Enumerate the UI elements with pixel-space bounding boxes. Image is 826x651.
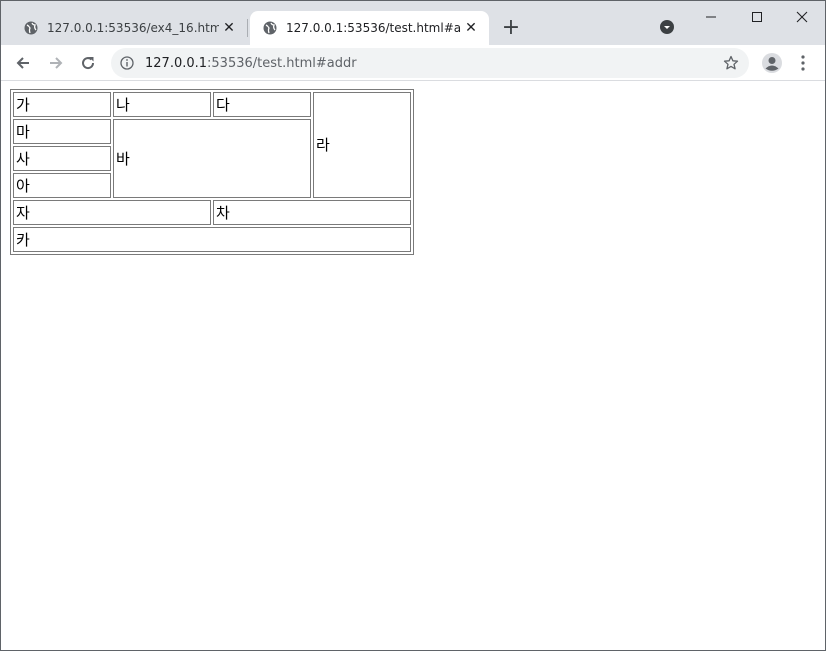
tab-strip: 127.0.0.1:53536/ex4_16.html ✕ 127.0.0.1:…: [1, 1, 825, 45]
tab-search-icon[interactable]: [657, 17, 677, 37]
info-icon[interactable]: [119, 55, 135, 71]
url-path: :53536/test.html#addr: [207, 55, 357, 71]
address-bar[interactable]: 127.0.0.1:53536/test.html#addr: [111, 48, 749, 78]
back-arrow-icon[interactable]: [9, 49, 37, 77]
cell-ja: 자: [13, 200, 211, 225]
tab-title: 127.0.0.1:53536/ex4_16.html: [47, 21, 219, 35]
browser-window: 127.0.0.1:53536/ex4_16.html ✕ 127.0.0.1:…: [0, 0, 826, 651]
tab-test-addr[interactable]: 127.0.0.1:53536/test.html#addr ✕: [250, 11, 489, 45]
forward-arrow-icon[interactable]: [42, 49, 70, 77]
cell-ga: 가: [13, 92, 111, 117]
cell-sa: 사: [13, 146, 111, 171]
tab-separator: [247, 19, 248, 37]
cell-a: 아: [13, 173, 111, 198]
tab-title: 127.0.0.1:53536/test.html#addr: [286, 21, 461, 35]
toolbar: 127.0.0.1:53536/test.html#addr: [1, 45, 825, 81]
profile-avatar-icon[interactable]: [759, 50, 785, 76]
cell-cha: 차: [213, 200, 411, 225]
tab-ex4-16[interactable]: 127.0.0.1:53536/ex4_16.html ✕: [11, 11, 247, 45]
globe-icon: [23, 20, 39, 36]
close-window-button[interactable]: [779, 1, 825, 33]
url-host: 127.0.0.1: [145, 55, 208, 71]
maximize-button[interactable]: [734, 1, 780, 33]
cell-na: 나: [113, 92, 211, 117]
page-content: 가 나 다 라 마 바 사 아 자 차 카: [1, 82, 825, 650]
close-tab-icon[interactable]: ✕: [461, 18, 481, 38]
new-tab-button[interactable]: +: [499, 15, 523, 40]
cell-ra: 라: [313, 92, 411, 198]
bookmark-star-icon[interactable]: [721, 53, 741, 73]
close-tab-icon[interactable]: ✕: [219, 18, 239, 38]
cell-ka: 카: [13, 227, 411, 252]
cell-ba: 바: [113, 119, 311, 198]
layout-table: 가 나 다 라 마 바 사 아 자 차 카: [10, 89, 414, 255]
menu-kebab-icon[interactable]: [793, 50, 813, 76]
url-text: 127.0.0.1:53536/test.html#addr: [145, 56, 721, 71]
minimize-button[interactable]: [688, 1, 734, 33]
globe-icon: [262, 20, 278, 36]
cell-da: 다: [213, 92, 311, 117]
reload-icon[interactable]: [74, 49, 102, 77]
cell-ma: 마: [13, 119, 111, 144]
